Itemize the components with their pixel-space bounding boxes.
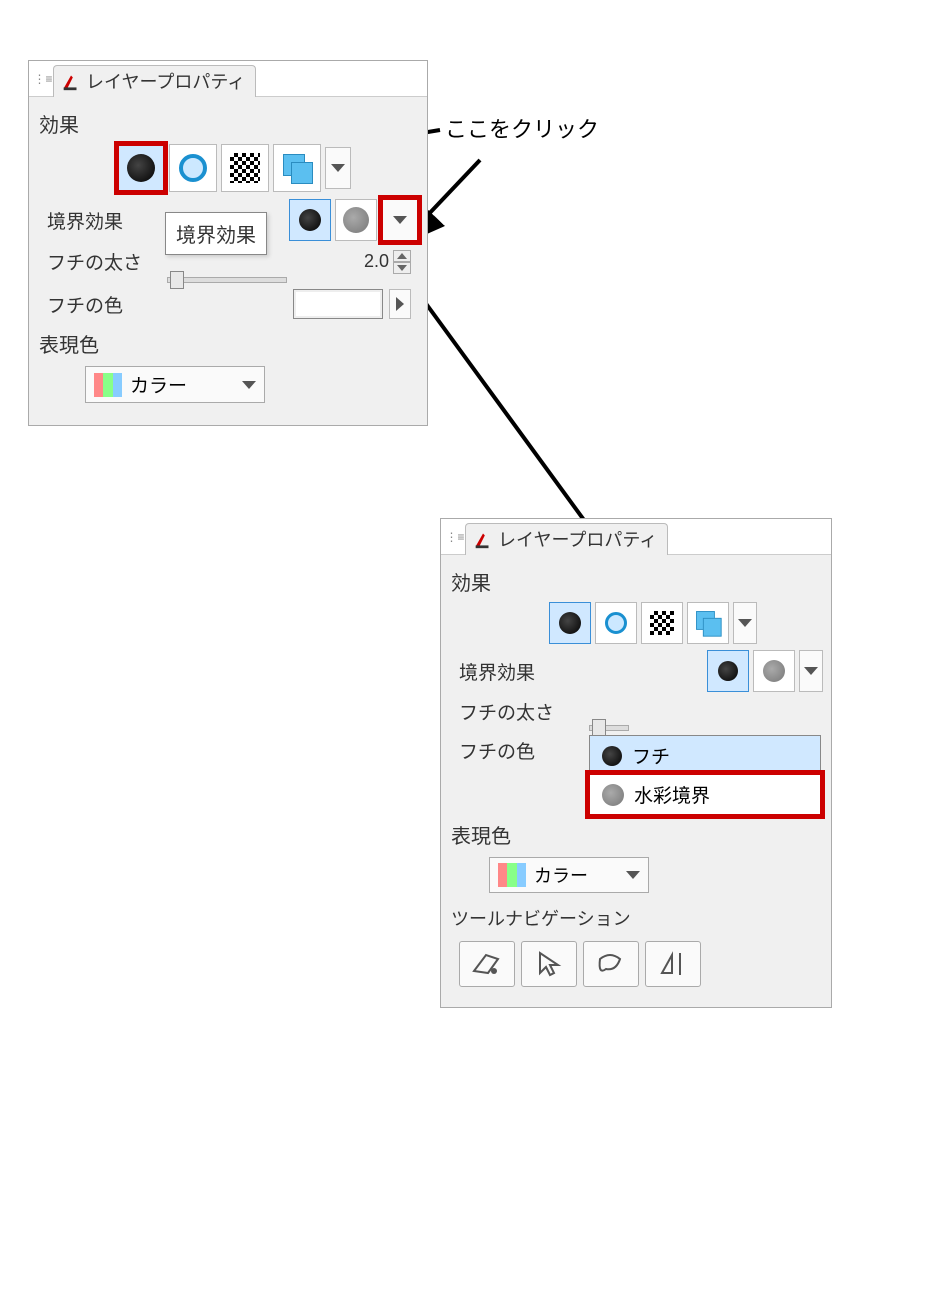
border-effect-dropdown-arrow[interactable]	[381, 198, 419, 242]
spinner-down[interactable]	[393, 262, 411, 274]
border-effect-tooltip: 境界効果	[165, 212, 267, 255]
ruler-icon	[470, 949, 504, 979]
effect-tone-button[interactable]	[641, 602, 683, 644]
edge-color-label: フチの色	[449, 737, 569, 764]
panel-body: 効果 境界効果	[29, 97, 427, 425]
dropdown-item-edge-label: フチ	[632, 742, 670, 769]
section-expression-label: 表現色	[449, 816, 823, 853]
border-effect-label: 境界効果	[37, 207, 157, 234]
annotation-click-here: ここをクリック	[445, 112, 599, 144]
effect-border-button[interactable]	[549, 602, 591, 644]
tool-nav-ruler-button[interactable]	[459, 941, 515, 987]
effect-row	[549, 602, 823, 644]
edge-thickness-spinner	[393, 250, 411, 274]
tool-nav-triangle-button[interactable]	[645, 941, 701, 987]
effect-dropdown-arrow[interactable]	[733, 602, 757, 644]
border-effect-dropdown-menu: フチ 水彩境界	[589, 735, 821, 815]
effect-layercolor-button[interactable]	[273, 144, 321, 192]
edge-thickness-label: フチの太さ	[449, 698, 569, 725]
expression-selected-label: カラー	[130, 371, 187, 398]
outline-circle-icon	[605, 612, 627, 634]
layer-property-panel-2: ⋮≡ レイヤープロパティ 効果 境界効果	[440, 518, 832, 1008]
tab-grip-icon[interactable]: ⋮≡	[445, 523, 465, 551]
edge-color-row: フチの色	[37, 289, 419, 319]
squares-icon	[283, 154, 311, 182]
effect-outline-button[interactable]	[169, 144, 217, 192]
effect-dropdown-arrow[interactable]	[325, 147, 351, 189]
brush-check-icon	[60, 70, 82, 92]
edge-thickness-label: フチの太さ	[37, 248, 157, 275]
filled-circle-icon	[299, 209, 321, 231]
layer-property-panel-1: ⋮≡ レイヤープロパティ 効果 境界効果	[28, 60, 428, 426]
triangle-icon	[656, 949, 690, 979]
spinner-up[interactable]	[393, 250, 411, 262]
edge-thickness-slider-row	[449, 725, 823, 731]
checker-icon	[650, 611, 674, 635]
cursor-icon	[532, 949, 566, 979]
border-effect-row: 境界効果	[449, 650, 823, 692]
gray-blob-icon	[343, 207, 369, 233]
chevron-down-icon	[626, 871, 640, 879]
border-effect-label: 境界効果	[449, 658, 569, 685]
tool-nav-row	[449, 935, 823, 993]
filled-circle-icon	[127, 154, 155, 182]
dropdown-item-watercolor[interactable]: 水彩境界	[590, 775, 820, 814]
expression-selected-label: カラー	[534, 862, 588, 888]
chevron-down-icon	[242, 381, 256, 389]
tab-title: レイヤープロパティ	[498, 526, 657, 552]
dropdown-item-edge[interactable]: フチ	[590, 736, 820, 775]
edge-thickness-field: 2.0	[364, 250, 411, 274]
slider-thumb[interactable]	[170, 271, 184, 289]
color-bars-icon	[94, 373, 122, 397]
tab-title: レイヤープロパティ	[86, 68, 245, 94]
panel-header: ⋮≡ レイヤープロパティ	[441, 519, 831, 555]
outline-circle-icon	[179, 154, 207, 182]
tool-nav-cursor-button[interactable]	[521, 941, 577, 987]
edge-thickness-slider[interactable]	[167, 277, 287, 283]
section-effect-label: 効果	[449, 563, 823, 600]
edge-color-picker-arrow[interactable]	[389, 289, 411, 319]
dropdown-item-watercolor-label: 水彩境界	[634, 781, 710, 808]
section-effect-label: 効果	[37, 105, 419, 142]
panel-header: ⋮≡ レイヤープロパティ	[29, 61, 427, 97]
edge-thickness-value[interactable]: 2.0	[364, 251, 393, 272]
edge-color-label: フチの色	[37, 291, 157, 318]
edge-thickness-slider[interactable]	[589, 725, 629, 731]
checker-icon	[230, 153, 260, 183]
border-effect-watercolor-button[interactable]	[335, 199, 377, 241]
brush-check-icon	[472, 528, 494, 550]
squares-icon	[696, 611, 720, 635]
edge-thickness-slider-row	[37, 277, 419, 283]
border-effect-watercolor-button[interactable]	[753, 650, 795, 692]
filled-circle-icon	[559, 612, 581, 634]
section-expression-label: 表現色	[37, 325, 419, 362]
effect-layercolor-button[interactable]	[687, 602, 729, 644]
expression-color-select[interactable]: カラー	[489, 857, 649, 893]
tab-layer-property[interactable]: レイヤープロパティ	[53, 65, 256, 97]
gray-blob-icon	[602, 784, 624, 806]
tab-grip-icon[interactable]: ⋮≡	[33, 65, 53, 93]
border-effect-dropdown-arrow[interactable]	[799, 650, 823, 692]
effect-row	[117, 144, 419, 192]
tool-nav-lasso-button[interactable]	[583, 941, 639, 987]
expression-color-select[interactable]: カラー	[85, 366, 265, 403]
panel-body: 効果 境界効果	[441, 555, 831, 1007]
filled-circle-icon	[718, 661, 738, 681]
lasso-icon	[594, 949, 628, 979]
edge-color-swatch[interactable]	[293, 289, 383, 319]
effect-border-button[interactable]	[117, 144, 165, 192]
tab-layer-property[interactable]: レイヤープロパティ	[465, 523, 668, 555]
effect-outline-button[interactable]	[595, 602, 637, 644]
edge-thickness-row: フチの太さ	[449, 698, 823, 725]
section-tool-nav-label: ツールナビゲーション	[449, 901, 823, 935]
gray-blob-icon	[763, 660, 785, 682]
filled-circle-icon	[602, 746, 622, 766]
border-effect-edge-button[interactable]	[707, 650, 749, 692]
border-effect-edge-button[interactable]	[289, 199, 331, 241]
border-effect-row: 境界効果 境界効果	[37, 198, 419, 242]
color-bars-icon	[498, 863, 526, 887]
effect-tone-button[interactable]	[221, 144, 269, 192]
